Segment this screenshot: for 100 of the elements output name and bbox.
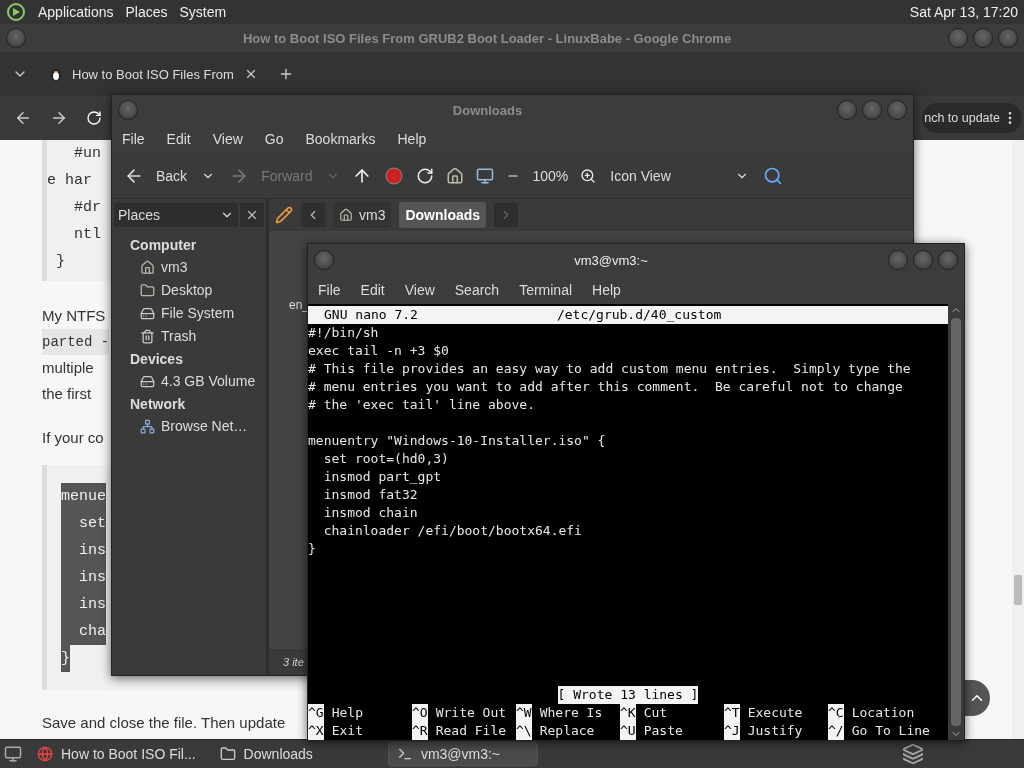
shortcut-key: ^J xyxy=(724,722,740,740)
workspace-switcher-icon[interactable] xyxy=(902,743,924,765)
close-sidebar-button[interactable] xyxy=(240,203,264,227)
editor-line: insmod chain xyxy=(322,504,419,522)
code-line: e har xyxy=(47,171,92,191)
logo-icon[interactable] xyxy=(6,2,26,22)
update-button[interactable]: nch to update xyxy=(922,103,1022,133)
close-tab-icon[interactable] xyxy=(244,67,258,81)
shortcut-key: ^O xyxy=(412,704,428,722)
path-button[interactable]: Downloads xyxy=(399,202,487,228)
window-button[interactable] xyxy=(6,28,26,48)
file-path: /etc/grub.d/40_custom xyxy=(556,306,722,324)
shortcut-label: Cut xyxy=(643,704,668,722)
scrollbar[interactable] xyxy=(1012,140,1024,739)
show-desktop-icon[interactable] xyxy=(4,745,22,763)
back-icon[interactable] xyxy=(14,109,32,127)
shortcut-key: ^U xyxy=(620,722,636,740)
sidebar-item[interactable]: Trash xyxy=(114,326,264,347)
places-dropdown[interactable]: Places xyxy=(114,203,238,227)
sidebar-item[interactable]: File System xyxy=(114,303,264,324)
shortcut-key: ^R xyxy=(412,722,428,740)
taskbar-item[interactable]: Downloads xyxy=(210,742,322,766)
window-button[interactable] xyxy=(837,100,857,120)
sidebar-item[interactable]: Browse Net… xyxy=(114,416,264,437)
scrollbar[interactable] xyxy=(948,304,964,740)
search-icon[interactable] xyxy=(762,166,783,186)
editor-version: GNU nano 7.2 xyxy=(324,306,418,324)
scrollbar-thumb[interactable] xyxy=(1014,575,1022,605)
menu-item[interactable]: View xyxy=(404,282,435,298)
window-button[interactable] xyxy=(948,28,968,48)
sidebar-item[interactable]: Desktop xyxy=(114,280,264,301)
shortcut-key: ^C xyxy=(828,704,844,722)
zoom-level: 100% xyxy=(532,168,569,184)
panel-menu[interactable]: System xyxy=(179,4,227,20)
menu-item[interactable]: Terminal xyxy=(519,282,573,298)
code-line: #dr xyxy=(73,198,101,218)
window-button[interactable] xyxy=(887,100,907,120)
drive-icon xyxy=(140,374,155,389)
path-left-button[interactable] xyxy=(301,203,325,227)
scrollbar-thumb[interactable] xyxy=(951,318,961,726)
menu-item[interactable]: File xyxy=(122,131,145,147)
window-title: Downloads xyxy=(451,102,524,118)
paragraph-text: If your co xyxy=(42,428,104,448)
browser-tab[interactable]: How to Boot ISO Files From xyxy=(38,57,268,91)
terminal-icon xyxy=(396,746,413,762)
menu-item[interactable]: Help xyxy=(397,131,427,147)
file-name[interactable]: en_ xyxy=(289,298,310,312)
panel-menu[interactable]: Places xyxy=(125,4,168,20)
code-line: } xyxy=(55,252,65,272)
shortcut-label: Write Out xyxy=(435,704,507,722)
editor-line: # the 'exec tail' line above. xyxy=(308,396,536,414)
new-tab-icon[interactable] xyxy=(278,66,294,82)
sidebar-item[interactable]: 4.3 GB Volume xyxy=(114,371,264,392)
edit-icon[interactable] xyxy=(275,206,293,224)
paragraph-text: the first xyxy=(42,384,92,404)
menu-item[interactable]: Edit xyxy=(166,131,191,147)
zoom-in-icon[interactable] xyxy=(580,168,597,184)
window-button[interactable] xyxy=(862,100,882,120)
shortcut-key: ^T xyxy=(724,704,740,722)
sidebar-item[interactable]: vm3 xyxy=(114,257,264,278)
shortcut-label: Read File xyxy=(435,722,507,740)
window-button[interactable] xyxy=(938,250,958,270)
window-button[interactable] xyxy=(888,250,908,270)
window-button[interactable] xyxy=(913,250,933,270)
paragraph-text: multiple xyxy=(42,358,94,378)
status-text: 3 ite xyxy=(283,656,304,668)
editor-line: # This file provides an easy way to add custom menu entries. Simply type the xyxy=(308,360,912,378)
view-dropdown[interactable]: Icon View xyxy=(608,166,751,186)
folder-icon xyxy=(219,746,236,762)
menu-item[interactable]: Search xyxy=(454,282,500,298)
shortcut-key: ^W xyxy=(516,704,532,722)
menu-item[interactable]: File xyxy=(318,282,341,298)
reload-icon[interactable] xyxy=(416,167,435,185)
sidebar-heading: Computer xyxy=(129,236,198,255)
scroll-top-button[interactable] xyxy=(964,680,990,716)
window-button[interactable] xyxy=(118,100,138,120)
computer-icon[interactable] xyxy=(476,167,495,185)
stop-icon[interactable] xyxy=(384,166,405,186)
back-button[interactable]: Back xyxy=(122,164,190,188)
home-icon[interactable] xyxy=(446,167,465,185)
menu-item[interactable]: View xyxy=(212,131,243,147)
taskbar-item[interactable]: vm3@vm3:~ xyxy=(387,742,538,766)
reload-icon[interactable] xyxy=(86,110,102,126)
taskbar-item[interactable]: How to Boot ISO Fil... xyxy=(28,742,205,766)
panel-menu[interactable]: Applications xyxy=(38,4,114,20)
menu-item[interactable]: Help xyxy=(592,282,621,298)
menu-item[interactable]: Edit xyxy=(360,282,385,298)
shortcut-label: Help xyxy=(331,704,363,722)
path-button[interactable]: vm3 xyxy=(333,202,392,228)
shortcut-label: Where Is xyxy=(539,704,603,722)
network-icon xyxy=(140,419,155,434)
menu-item[interactable]: Go xyxy=(264,131,284,147)
forward-icon[interactable] xyxy=(50,109,68,127)
window-button[interactable] xyxy=(973,28,993,48)
window-button[interactable] xyxy=(998,28,1018,48)
window-button[interactable] xyxy=(314,250,334,270)
close-icon xyxy=(245,208,259,222)
shortcut-label: Replace xyxy=(539,722,595,740)
favicon-icon xyxy=(48,66,64,82)
menu-item[interactable]: Bookmarks xyxy=(305,131,376,147)
